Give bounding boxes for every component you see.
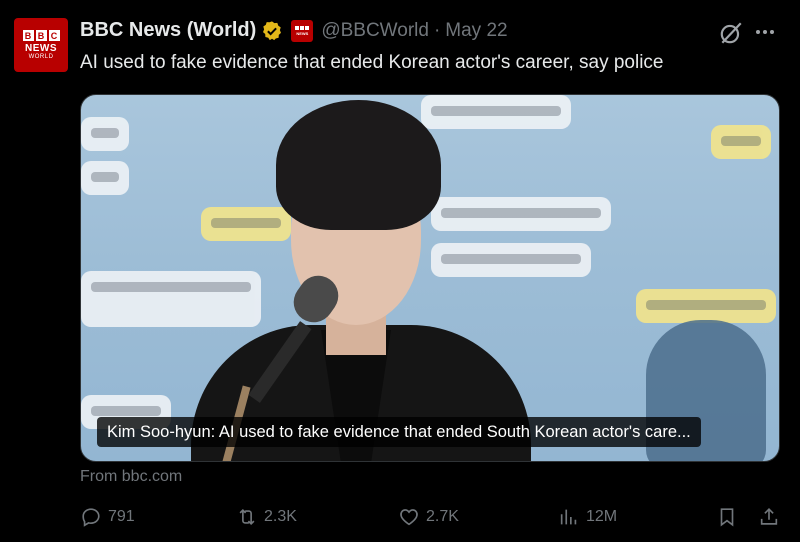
reply-button[interactable]: 791 [80, 506, 135, 528]
tweet-date[interactable]: May 22 [445, 20, 507, 42]
like-count: 2.7K [426, 508, 459, 525]
bookmark-button[interactable] [716, 506, 738, 528]
share-button[interactable] [758, 506, 780, 528]
share-icon [760, 508, 778, 525]
author-display-name[interactable]: BBC News (World) [80, 19, 256, 42]
views-icon [560, 509, 577, 525]
reply-count: 791 [108, 508, 135, 525]
bookmark-icon [720, 508, 734, 527]
heart-icon [400, 509, 418, 526]
repost-icon [239, 508, 255, 526]
chat-bubble [431, 243, 591, 277]
media-caption: Kim Soo-hyun: AI used to fake evidence t… [97, 417, 701, 447]
more-icon[interactable] [756, 22, 778, 42]
chat-bubble [421, 95, 571, 129]
repost-count: 2.3K [264, 508, 297, 525]
author-handle[interactable]: @BBCWorld [321, 20, 429, 42]
reply-icon [82, 508, 100, 527]
author-avatar[interactable]: B B C NEWS WORLD [14, 18, 68, 72]
verified-badge-icon[interactable] [261, 20, 283, 42]
views-count: 12M [586, 508, 618, 525]
like-button[interactable]: 2.7K [398, 506, 459, 528]
chat-bubble [711, 125, 771, 159]
chat-bubble [81, 271, 261, 327]
action-bar: 791 2.3K 2.7K 12M [80, 506, 780, 532]
tweet-header: BBC News (World) NEWS @BBCWorld · May 22 [80, 19, 508, 42]
views-button[interactable]: 12M [558, 506, 617, 528]
chat-bubble [81, 117, 129, 151]
media-card[interactable]: Kim Soo-hyun: AI used to fake evidence t… [80, 94, 780, 462]
repost-button[interactable]: 2.3K [236, 506, 297, 528]
chat-bubble [81, 161, 129, 195]
grok-icon[interactable] [718, 20, 744, 46]
org-affiliation-badge[interactable]: NEWS [291, 19, 314, 42]
link-source[interactable]: From bbc.com [80, 468, 182, 486]
tweet-text: AI used to fake evidence that ended Kore… [80, 52, 664, 73]
bbc-logo: B B C [22, 30, 60, 41]
chat-bubble [201, 207, 291, 241]
chat-bubble [636, 289, 776, 323]
header-separator: · [433, 19, 441, 41]
chat-bubble [431, 197, 611, 231]
person-hair [276, 100, 441, 230]
